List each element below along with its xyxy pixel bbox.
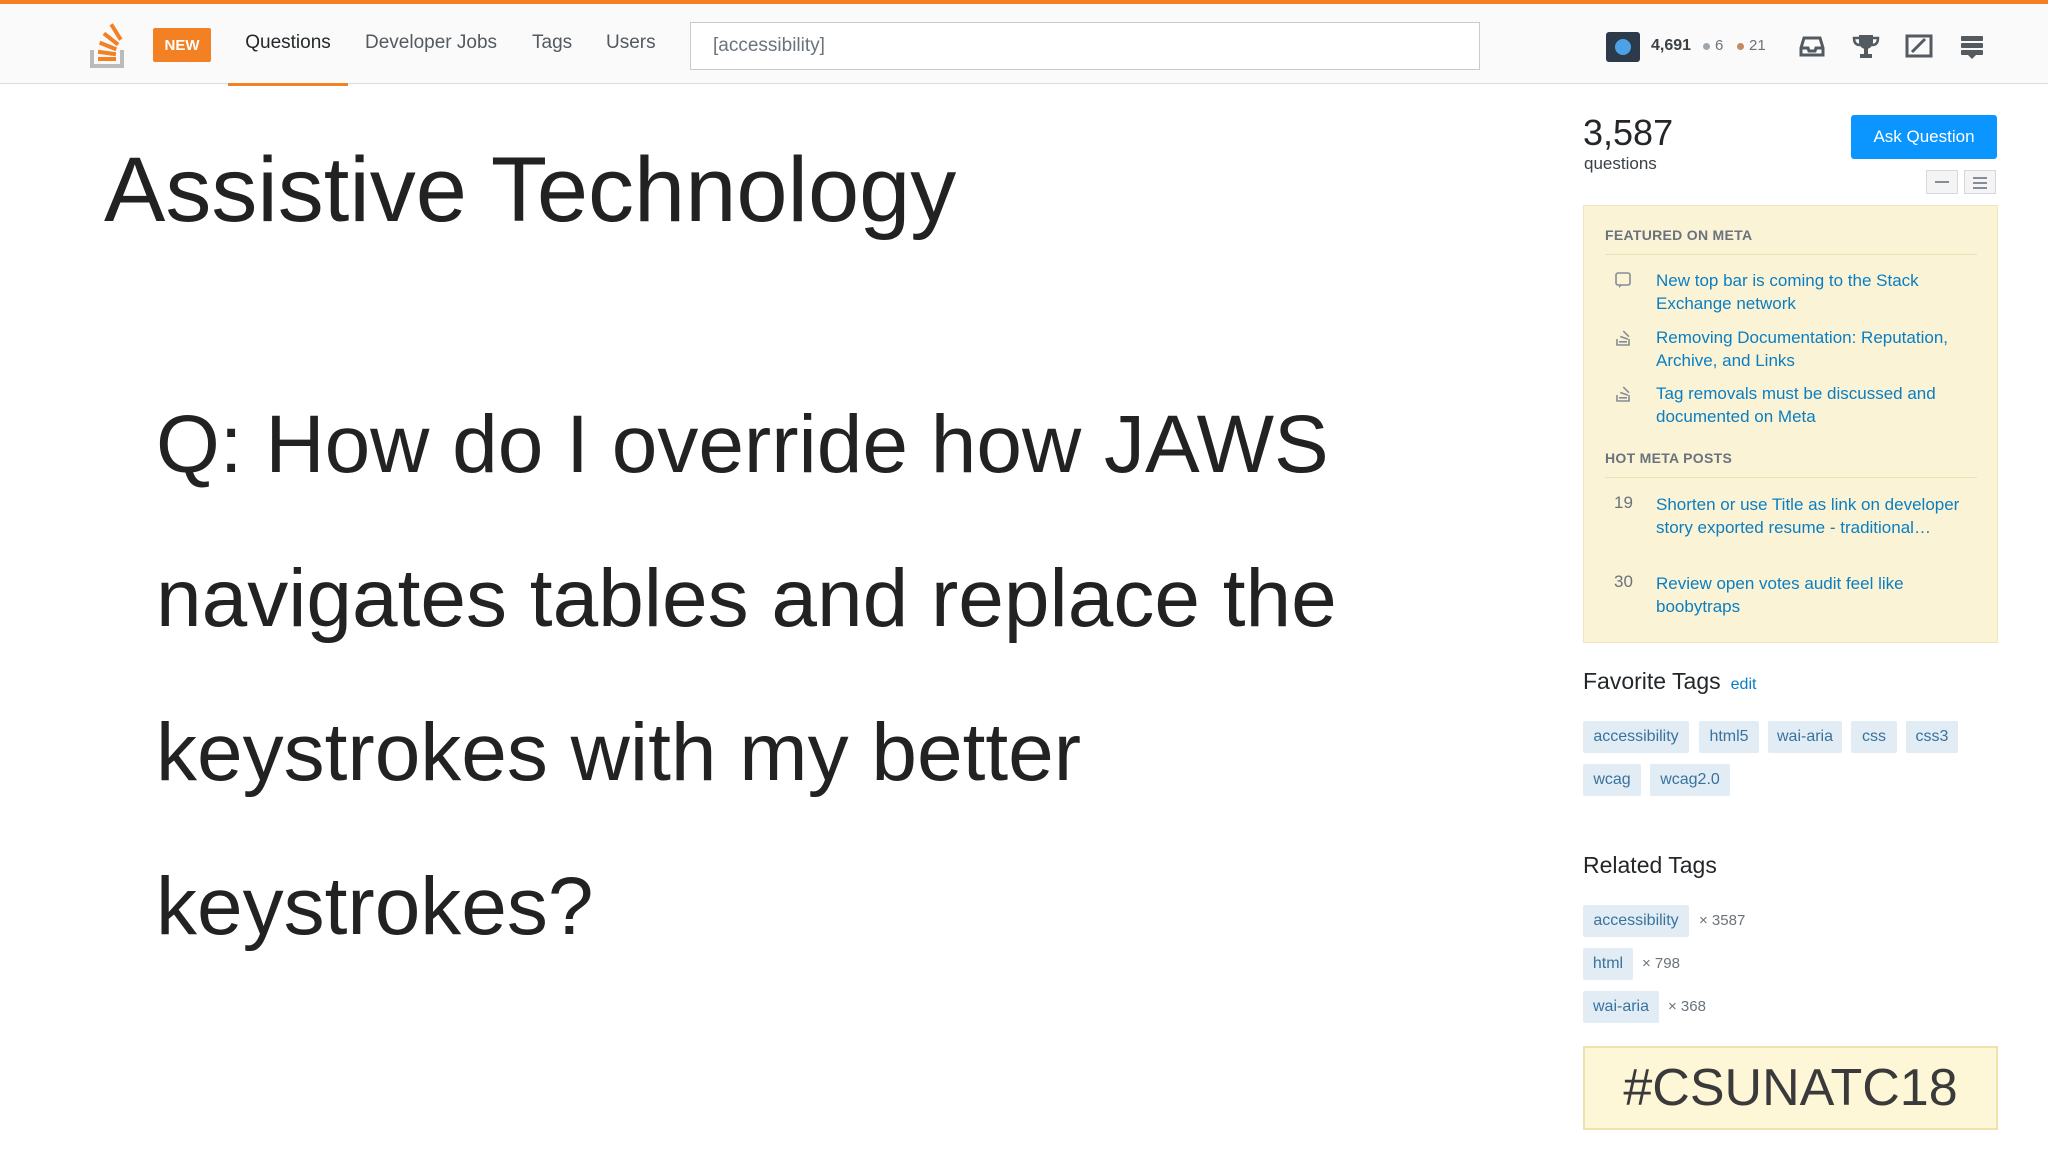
related-tag-count: × 3587	[1699, 912, 1746, 929]
related-tag[interactable]: accessibility	[1583, 905, 1689, 937]
stackoverflow-icon	[1616, 330, 1630, 346]
related-tag[interactable]: html	[1583, 948, 1633, 980]
nav-tags[interactable]: Tags	[532, 26, 572, 86]
featured-link-3[interactable]: Tag removals must be discussed and docum…	[1656, 382, 1976, 428]
review-icon[interactable]	[1903, 30, 1935, 62]
favorite-tag[interactable]: css3	[1906, 721, 1958, 753]
favorite-tag[interactable]: wcag2.0	[1650, 764, 1730, 796]
stackoverflow-logo-icon[interactable]	[88, 22, 128, 70]
favorite-tag[interactable]: css	[1851, 721, 1897, 753]
hot-meta-link-2[interactable]: Review open votes audit feel like boobyt…	[1656, 572, 1976, 618]
conference-hashtag: #CSUNATC18	[1583, 1046, 1998, 1130]
question-count-label: questions	[1584, 154, 1657, 173]
bronze-badge-icon	[1737, 42, 1744, 50]
hot-meta-heading: HOT META POSTS	[1605, 450, 1733, 466]
edit-favorite-tags-link[interactable]: edit	[1731, 676, 1757, 693]
bronze-badge-value: 21	[1749, 37, 1766, 54]
stackoverflow-icon	[1616, 386, 1630, 402]
featured-heading: FEATURED ON META	[1605, 227, 1753, 243]
favorite-tags-heading: Favorite Tags edit	[1583, 668, 1756, 695]
silver-badge-icon	[1703, 42, 1710, 50]
question-text: Q: How do I override how JAWS navigates …	[156, 399, 1337, 952]
reputation: 4,691	[1651, 37, 1692, 54]
favorite-tag[interactable]: accessibility	[1583, 721, 1689, 753]
related-tags-heading: Related Tags	[1583, 852, 1717, 878]
achievements-icon[interactable]	[1850, 30, 1882, 62]
related-tag-count: × 368	[1668, 998, 1706, 1015]
favorite-tag[interactable]: wai-aria	[1768, 721, 1842, 753]
list-view-icon	[1973, 177, 1987, 179]
favorite-tags-title: Favorite Tags	[1583, 668, 1721, 694]
question-count: 3,587	[1583, 112, 1674, 153]
nav-questions[interactable]: Questions	[228, 26, 348, 86]
ask-question-button[interactable]: Ask Question	[1851, 115, 1997, 159]
featured-link-2[interactable]: Removing Documentation: Reputation, Arch…	[1656, 326, 1976, 372]
new-badge[interactable]: NEW	[153, 28, 211, 62]
hot-meta-link-1[interactable]: Shorten or use Title as link on develope…	[1656, 493, 1976, 539]
silver-badge-count: 6	[1703, 37, 1723, 54]
slide-title: Assistive Technology	[104, 139, 957, 241]
compact-view-toggle[interactable]	[1926, 170, 1958, 194]
inbox-icon[interactable]	[1796, 30, 1828, 62]
top-bar: NEW Questions Developer Jobs Tags Users …	[0, 0, 2048, 86]
message-icon	[1615, 272, 1631, 288]
hot-meta-count: 19	[1614, 493, 1633, 512]
search-input[interactable]: [accessibility]	[690, 22, 1480, 70]
related-tag[interactable]: wai-aria	[1583, 991, 1659, 1023]
avatar[interactable]	[1606, 32, 1640, 62]
bronze-badge-count: 21	[1737, 37, 1766, 54]
featured-on-meta-panel: FEATURED ON META New top bar is coming t…	[1583, 205, 1998, 643]
hot-meta-count: 30	[1614, 572, 1633, 591]
favorite-tag[interactable]: html5	[1699, 721, 1759, 753]
nav-developer-jobs[interactable]: Developer Jobs	[365, 26, 497, 86]
related-tag-count: × 798	[1642, 955, 1680, 972]
compact-view-icon	[1935, 181, 1949, 183]
nav-users[interactable]: Users	[606, 26, 656, 86]
favorite-tag[interactable]: wcag	[1583, 764, 1641, 796]
list-view-toggle[interactable]	[1964, 170, 1996, 194]
featured-link-1[interactable]: New top bar is coming to the Stack Excha…	[1656, 269, 1976, 315]
silver-badge-value: 6	[1715, 37, 1724, 54]
site-switcher-icon[interactable]	[1956, 30, 1988, 62]
